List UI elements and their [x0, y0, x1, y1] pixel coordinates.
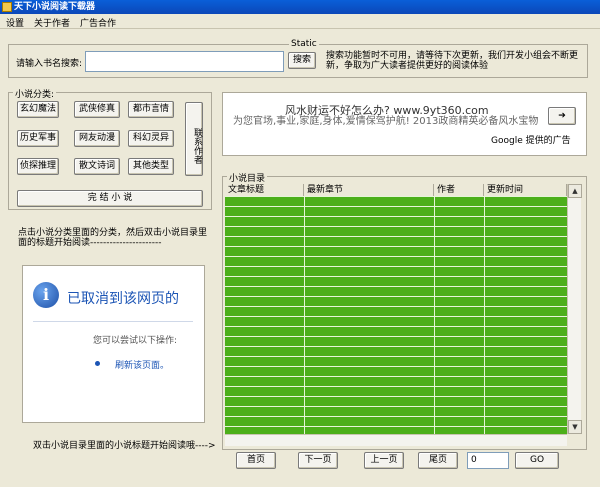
error-subtitle: 您可以尝试以下操作:: [93, 336, 178, 346]
search-button[interactable]: 搜索: [288, 52, 316, 69]
app-icon: [2, 2, 12, 12]
search-notice: 搜索功能暂时不可用，请等待下次更新，我们开发小组会不断更新，争取为广大读者提供更…: [326, 51, 579, 71]
category-dongman-button[interactable]: 网友动漫: [74, 130, 120, 147]
category-sanwen-button[interactable]: 散文诗词: [74, 158, 120, 175]
catalog-table-body[interactable]: [225, 196, 567, 434]
refresh-link[interactable]: 刷新该页面。: [115, 358, 169, 371]
error-divider: [33, 321, 193, 322]
catalog-title: 小说目录: [227, 171, 268, 184]
scroll-down-icon[interactable]: ▼: [568, 420, 582, 434]
search-input[interactable]: [85, 51, 284, 72]
title-bar: 天下小说阅读下载器: [0, 0, 600, 14]
horizontal-scrollbar[interactable]: [225, 434, 567, 446]
category-wuxia-button[interactable]: 武侠修真: [74, 101, 120, 118]
page-number-input[interactable]: 0: [467, 452, 509, 469]
go-button[interactable]: GO: [515, 452, 559, 469]
column-title[interactable]: 文章标题: [225, 184, 304, 196]
ad-body: 为您官场,事业,家庭,身体,爱情保驾护航! 2013政商精英必备风水宝物: [233, 116, 539, 127]
bullet-icon: [95, 361, 100, 366]
first-page-button[interactable]: 首页: [236, 452, 276, 469]
window-title: 天下小说阅读下载器: [14, 2, 96, 12]
last-page-button[interactable]: 尾页: [418, 452, 458, 469]
embedded-browser-panel: i 已取消到该网页的 您可以尝试以下操作: 刷新该页面。: [22, 265, 205, 423]
vertical-scrollbar[interactable]: ▲ ▼: [567, 184, 582, 434]
ad-provider: Google 提供的广告: [491, 136, 571, 146]
next-page-button[interactable]: 下一页: [298, 452, 338, 469]
column-update-time[interactable]: 更新时间: [484, 184, 567, 196]
hint-top-text: 点击小说分类里面的分类，然后双击小说目录里面的标题开始阅读-----------…: [18, 228, 208, 248]
category-lishi-button[interactable]: 历史军事: [17, 130, 59, 147]
hint-bottom-text: 双击小说目录里面的小说标题开始阅读哦---->: [33, 441, 216, 451]
prev-page-button[interactable]: 上一页: [364, 452, 404, 469]
menu-bar: 设置 关于作者 广告合作: [0, 14, 600, 29]
category-dushi-button[interactable]: 都市言情: [128, 101, 174, 118]
category-zhentan-button[interactable]: 侦探推理: [17, 158, 59, 175]
category-xuanhuan-button[interactable]: 玄幻魔法: [17, 101, 59, 118]
menu-ad-cooperation[interactable]: 广告合作: [80, 16, 116, 29]
menu-about-author[interactable]: 关于作者: [34, 16, 70, 29]
category-kehuan-button[interactable]: 科幻灵异: [128, 130, 174, 147]
scroll-up-icon[interactable]: ▲: [568, 184, 582, 198]
category-title: 小说分类:: [13, 87, 57, 100]
search-label: 请输入书名搜索:: [16, 59, 83, 69]
error-title: 已取消到该网页的: [67, 291, 179, 307]
column-author[interactable]: 作者: [434, 184, 484, 196]
complete-novels-button[interactable]: 完 结 小 说: [17, 190, 203, 207]
category-other-button[interactable]: 其他类型: [128, 158, 174, 175]
table-background: [225, 196, 567, 434]
info-icon: i: [33, 282, 59, 308]
ad-arrow-icon[interactable]: ➔: [548, 107, 576, 125]
static-label: Static: [289, 39, 319, 49]
column-latest-chapter[interactable]: 最新章节: [304, 184, 434, 196]
catalog-header: 文章标题 最新章节 作者 更新时间: [225, 184, 567, 196]
menu-settings[interactable]: 设置: [6, 16, 24, 29]
contact-author-button[interactable]: 联系作者: [185, 102, 203, 176]
ad-panel[interactable]: 风水财运不好怎么办? www.9yt360.com 为您官场,事业,家庭,身体,…: [222, 92, 587, 156]
